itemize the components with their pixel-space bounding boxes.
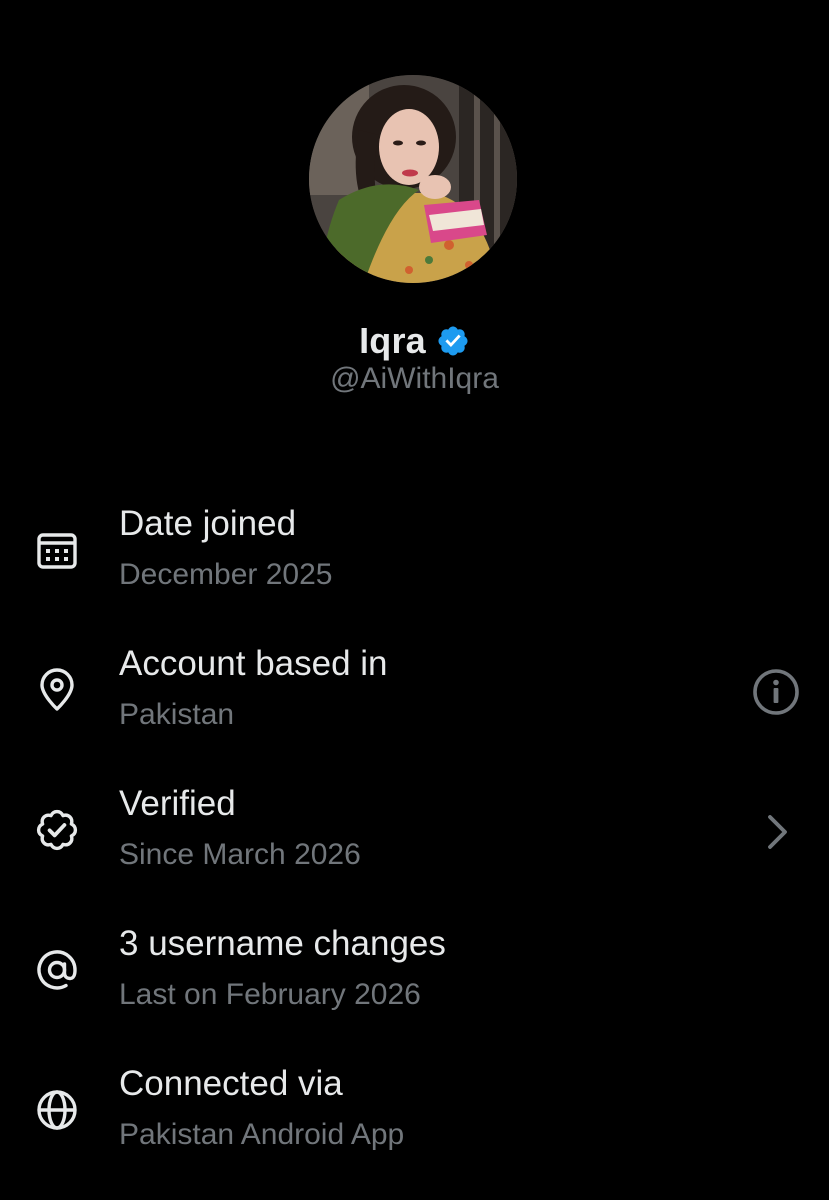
account-based-in-value: Pakistan — [119, 698, 235, 731]
profile-header: Iqra @AiWithIqra — [0, 0, 829, 420]
list-item-date-joined: Date joined December 2025 — [0, 490, 829, 630]
verified-check-icon — [33, 806, 81, 854]
list-item-verified[interactable]: Verified Since March 2026 — [0, 770, 829, 910]
username-changes-title: 3 username changes — [119, 924, 446, 963]
location-pin-icon — [33, 666, 81, 714]
connected-via-title: Connected via — [119, 1064, 343, 1103]
at-sign-icon — [33, 946, 81, 994]
verified-since-value: Since March 2026 — [119, 838, 361, 871]
connected-via-value: Pakistan Android App — [119, 1118, 405, 1151]
username-handle: @AiWithIqra — [330, 362, 499, 395]
account-based-in-title: Account based in — [119, 644, 388, 683]
display-name: Iqra — [359, 320, 426, 361]
avatar[interactable] — [309, 75, 517, 283]
list-item-account-based-in: Account based in Pakistan — [0, 630, 829, 770]
username-changes-value: Last on February 2026 — [119, 978, 421, 1011]
verified-title: Verified — [119, 784, 236, 823]
account-info-list: Date joined December 2025 Account based … — [0, 490, 829, 1190]
calendar-icon — [33, 526, 81, 574]
date-joined-value: December 2025 — [119, 558, 333, 591]
globe-icon — [33, 1086, 81, 1134]
list-item-username-changes: 3 username changes Last on February 2026 — [0, 910, 829, 1050]
info-icon[interactable] — [750, 666, 802, 718]
name-row: Iqra — [0, 318, 829, 364]
list-item-connected-via: Connected via Pakistan Android App — [0, 1050, 829, 1190]
date-joined-title: Date joined — [119, 504, 297, 543]
chevron-right-icon[interactable] — [750, 806, 802, 858]
verified-badge-icon — [436, 324, 470, 358]
